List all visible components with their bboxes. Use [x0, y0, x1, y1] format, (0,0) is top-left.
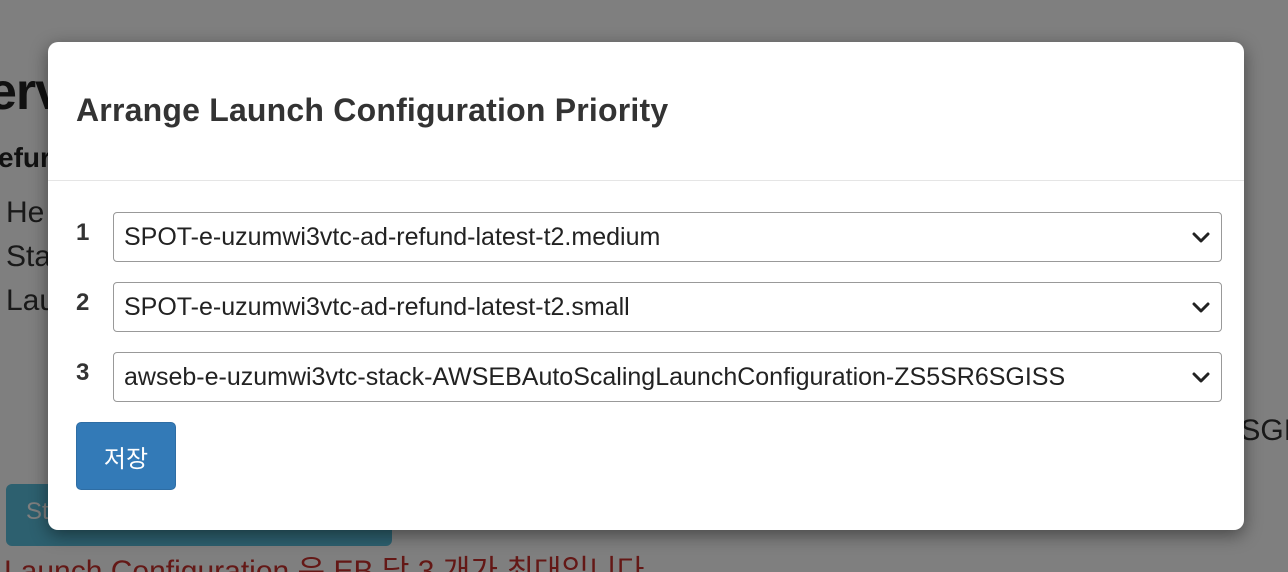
priority-modal: Arrange Launch Configuration Priority 1 … [48, 42, 1244, 530]
chevron-down-icon [1191, 300, 1211, 314]
priority-number: 1 [76, 219, 90, 246]
save-button[interactable]: 저장 [76, 422, 176, 490]
launch-config-select-3[interactable]: awseb-e-uzumwi3vtc-stack-AWSEBAutoScalin… [113, 352, 1222, 402]
priority-row-2: 2 SPOT-e-uzumwi3vtc-ad-refund-latest-t2.… [76, 282, 1222, 332]
launch-config-select-2[interactable]: SPOT-e-uzumwi3vtc-ad-refund-latest-t2.sm… [113, 282, 1222, 332]
modal-header: Arrange Launch Configuration Priority [48, 42, 1244, 181]
modal-body: 1 SPOT-e-uzumwi3vtc-ad-refund-latest-t2.… [48, 181, 1244, 490]
priority-number: 2 [76, 289, 90, 316]
launch-config-select-1[interactable]: SPOT-e-uzumwi3vtc-ad-refund-latest-t2.me… [113, 212, 1222, 262]
chevron-down-icon [1191, 230, 1211, 244]
priority-number: 3 [76, 359, 90, 386]
page: erv efur He Sta Lau SGI St Launch Config… [0, 0, 1288, 572]
priority-row-3: 3 awseb-e-uzumwi3vtc-stack-AWSEBAutoScal… [76, 352, 1222, 402]
select-value: SPOT-e-uzumwi3vtc-ad-refund-latest-t2.me… [124, 222, 661, 251]
chevron-down-icon [1191, 370, 1211, 384]
select-value: SPOT-e-uzumwi3vtc-ad-refund-latest-t2.sm… [124, 292, 630, 321]
modal-title: Arrange Launch Configuration Priority [76, 92, 669, 128]
priority-row-1: 1 SPOT-e-uzumwi3vtc-ad-refund-latest-t2.… [76, 212, 1222, 262]
select-value: awseb-e-uzumwi3vtc-stack-AWSEBAutoScalin… [124, 362, 1066, 391]
